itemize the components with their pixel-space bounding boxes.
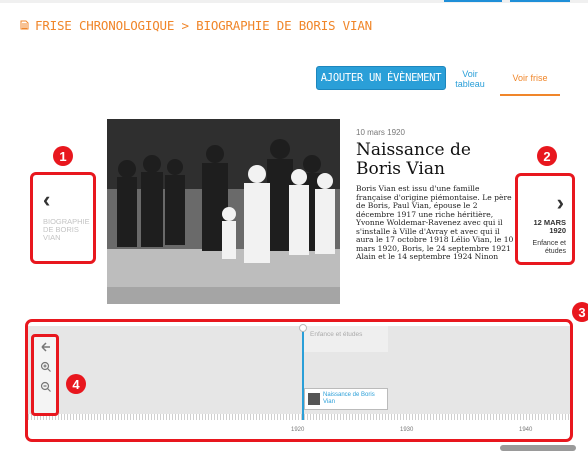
page-title: FRISE CHRONOLOGIQUE > BIOGRAPHIE DE BORI… (35, 18, 372, 33)
previous-event-label: BIOGRAPHIE DE BORIS VIAN (43, 217, 90, 242)
timeline-handle[interactable] (299, 324, 307, 332)
event-description: Boris Vian est issu d'une famille frança… (356, 184, 514, 261)
back-arrow-icon[interactable] (40, 341, 52, 356)
zoom-in-icon[interactable] (40, 361, 52, 376)
annotation-badge-2: 2 (537, 146, 557, 166)
timeline-year-label: 1920 (291, 427, 305, 433)
breadcrumb: FRISE CHRONOLOGIQUE > BIOGRAPHIE DE BORI… (20, 18, 372, 33)
timeline[interactable]: Enfance et études Naissance de Boris Via… (25, 319, 573, 442)
family-photo-illustration (107, 119, 340, 304)
chevron-left-icon: ‹ (43, 187, 51, 212)
horizontal-scrollbar[interactable] (500, 445, 576, 451)
timeline-period-label: Enfance et études (302, 326, 388, 352)
add-event-button[interactable]: AJOUTER UN ÉVÈNEMENT (316, 66, 446, 90)
previous-event-button[interactable]: ‹ BIOGRAPHIE DE BORIS VIAN (30, 172, 96, 264)
tab-view-table[interactable]: Voir tableau (447, 62, 493, 96)
timeline-band[interactable] (28, 326, 570, 414)
zoom-out-icon[interactable] (40, 381, 52, 396)
annotation-badge-1: 1 (53, 146, 73, 166)
zoom-controls (31, 334, 59, 416)
annotation-badge-4: 4 (66, 374, 86, 394)
next-event-category: Enfance et études (532, 240, 566, 255)
next-event-button[interactable]: › 12 MARS 1920 Enfance et études (515, 173, 575, 265)
timeline-event-marker[interactable]: Naissance de Boris Vian (304, 388, 388, 410)
next-event-date: 12 MARS 1920 (533, 218, 566, 235)
timeline-year-label: 1940 (519, 427, 533, 433)
chevron-right-icon: › (556, 190, 564, 215)
timeline-event-label: Naissance de Boris Vian (323, 392, 375, 405)
annotation-badge-3: 3 (572, 302, 588, 322)
top-tab-left[interactable] (444, 0, 502, 2)
document-icon (20, 18, 29, 33)
top-tab-right[interactable] (510, 0, 570, 2)
event-title: Naissance de Boris Vian (356, 140, 471, 179)
timeline-year-label: 1930 (400, 427, 414, 433)
tab-view-frise[interactable]: Voir frise (500, 62, 560, 96)
event-thumbnail (308, 393, 320, 405)
timeline-ticks (28, 414, 570, 420)
event-date: 10 mars 1920 (356, 128, 405, 137)
event-photo (107, 119, 340, 304)
